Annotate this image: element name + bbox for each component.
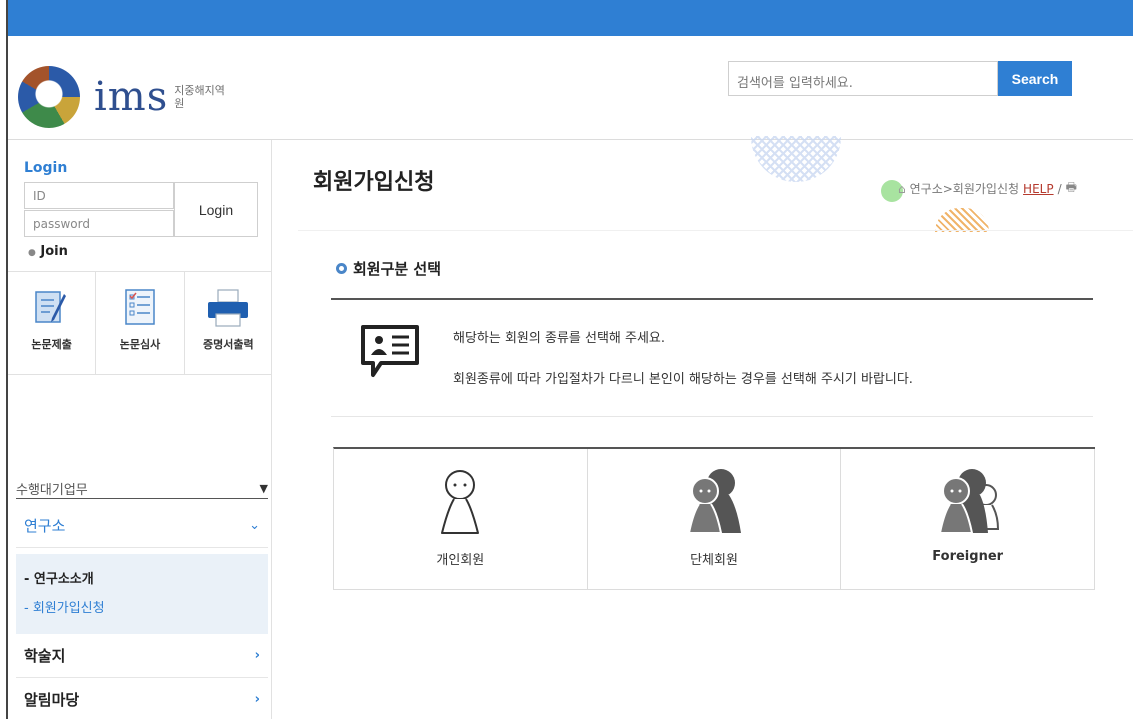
chevron-right-icon: ›: [254, 648, 260, 663]
id-field[interactable]: ID: [24, 182, 174, 209]
menu-item-journal[interactable]: 학술지 ›: [16, 634, 268, 678]
join-link[interactable]: ● Join: [28, 244, 68, 259]
notice-divider: [331, 416, 1093, 417]
submenu: - 연구소소개 - 회원가입신청: [16, 554, 268, 634]
section-title: 회원구분 선택: [336, 258, 441, 279]
logo-subtitle: 지중해지역원: [174, 84, 225, 110]
task-select[interactable]: 수행대기업무 ▼: [16, 479, 268, 499]
chevron-down-icon: ⌄: [249, 518, 260, 533]
member-card-label: Foreigner: [932, 549, 1004, 564]
logo-text: ims: [94, 74, 169, 120]
menu-item-lab[interactable]: 연구소 ⌄: [16, 504, 268, 548]
breadcrumb-path: 연구소>회원가입신청: [909, 182, 1020, 196]
triangle-down-icon: ▼: [259, 482, 268, 495]
circle-bullet-icon: [336, 263, 347, 274]
main-content: 회원가입신청 ⌂ 연구소>회원가입신청 HELP / 🖶 회원구분 선택 해당하…: [273, 136, 1133, 719]
member-card-individual[interactable]: 개인회원: [334, 449, 588, 589]
printer-icon: [208, 289, 249, 327]
breadcrumb-separator: /: [1057, 181, 1062, 196]
member-card-label: 개인회원: [436, 553, 485, 568]
menu-item-label: 연구소: [24, 517, 66, 535]
quick-link-certificate-print[interactable]: 증명서출력: [185, 272, 272, 374]
page-title: 회원가입신청: [313, 170, 435, 195]
section-divider: [331, 298, 1093, 300]
submenu-item-membership[interactable]: - 회원가입신청: [24, 597, 260, 616]
header: ims 지중해지역원 검색어를 입력하세요. Search: [8, 36, 1133, 140]
search-button[interactable]: Search: [998, 61, 1072, 96]
member-card-group[interactable]: 단체회원: [588, 449, 842, 589]
quick-link-label: 증명서출력: [203, 338, 254, 351]
login-title: Login: [24, 160, 68, 176]
chevron-right-icon: ›: [254, 692, 260, 707]
login-button[interactable]: Login: [174, 182, 258, 237]
foreigner-member-icon: [938, 469, 999, 534]
password-field[interactable]: password: [24, 210, 174, 237]
section-title-text: 회원구분 선택: [353, 260, 442, 278]
menu-item-label: 학술지: [24, 647, 66, 665]
submenu-item-intro[interactable]: - 연구소소개: [24, 568, 260, 587]
help-link[interactable]: HELP: [1023, 182, 1054, 196]
group-member-icon: [687, 469, 741, 534]
quick-link-label: 논문제출: [31, 338, 72, 351]
title-divider: [298, 230, 1133, 231]
site-logo[interactable]: ims 지중해지역원: [18, 66, 228, 128]
home-icon[interactable]: ⌂: [898, 182, 906, 196]
page-frame: ims 지중해지역원 검색어를 입력하세요. Search Login ID p…: [6, 0, 1133, 719]
id-card-speech-icon: [361, 325, 419, 377]
sidebar: Login ID password Login ● Join 논문제출 논문심사…: [8, 140, 272, 719]
globe-logo-icon: [18, 66, 80, 128]
member-card-label: 단체회원: [690, 553, 738, 568]
join-label: Join: [40, 244, 68, 259]
decoration-half-circle: [935, 208, 989, 232]
quick-link-paper-review[interactable]: 논문심사: [96, 272, 185, 374]
paper-submit-icon: [34, 291, 66, 323]
bullet-icon: ●: [28, 248, 36, 258]
task-select-label: 수행대기업무: [16, 483, 88, 498]
individual-member-icon: [441, 470, 480, 534]
top-bar: [8, 0, 1133, 36]
search-input[interactable]: 검색어를 입력하세요.: [728, 61, 998, 96]
breadcrumb: ⌂ 연구소>회원가입신청 HELP / 🖶: [898, 178, 1077, 199]
menu-item-notice[interactable]: 알림마당 ›: [16, 678, 268, 719]
notice-text-2: 회원종류에 따라 가입절차가 다르니 본인이 해당하는 경우를 선택해 주시기 …: [453, 372, 913, 387]
quick-links: 논문제출 논문심사 증명서출력: [8, 271, 272, 375]
member-type-cards: 개인회원 단체회원 Foreigner: [333, 447, 1096, 590]
member-card-foreigner[interactable]: Foreigner: [841, 449, 1096, 589]
quick-link-label: 논문심사: [119, 338, 161, 351]
decoration-dots: [751, 136, 841, 182]
print-icon[interactable]: 🖶: [1066, 178, 1077, 199]
menu-item-label: 알림마당: [24, 691, 80, 709]
notice-text-1: 해당하는 회원의 종류를 선택해 주세요.: [453, 331, 666, 346]
quick-link-paper-submit[interactable]: 논문제출: [8, 272, 97, 374]
paper-review-icon: [125, 289, 155, 325]
